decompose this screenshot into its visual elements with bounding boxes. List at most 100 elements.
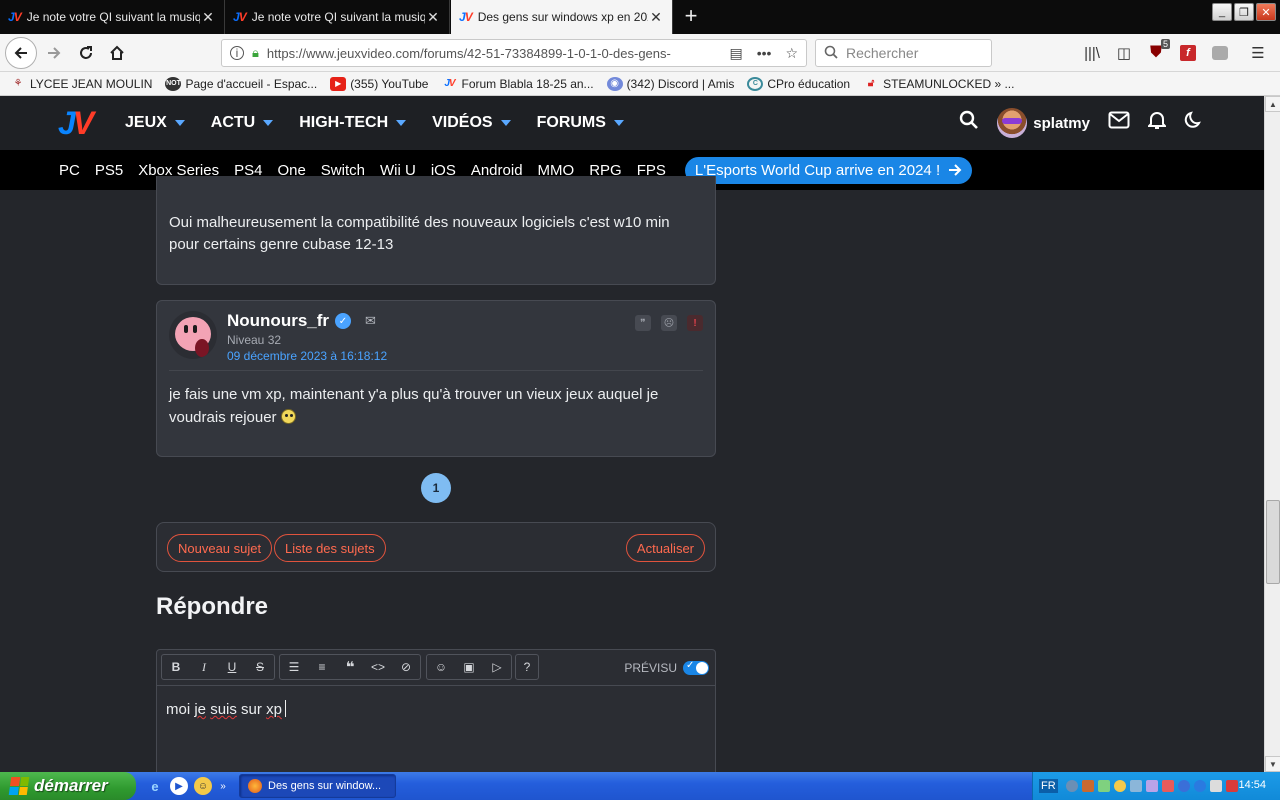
bookmark-star-icon[interactable]: ☆ [785,45,798,62]
video-icon[interactable]: ▷ [483,655,511,679]
close-window-button[interactable]: ✕ [1256,3,1276,21]
bookmark-item[interactable]: ▶ (355) YouTube [330,76,428,91]
post-body: je fais une vm xp, maintenant y'a plus q… [169,386,659,426]
bookmark-item[interactable]: NOT Page d'accueil - Espac... [165,76,317,91]
search-bar[interactable]: Rechercher [815,39,992,67]
reader-view-icon[interactable]: ▤ [729,45,742,62]
refresh-button[interactable]: Actualiser [625,534,705,562]
media-player-icon[interactable]: ▶ [170,777,188,795]
bold-icon[interactable]: B [162,655,190,679]
url-bar[interactable]: i 🔒︎ https://www.jeuxvideo.com/forums/42… [221,39,807,67]
extension-icon[interactable] [1208,39,1232,67]
jv-favicon-icon: JV [8,10,22,24]
messenger-icon[interactable]: ☺ [194,777,212,795]
avatar[interactable] [169,311,217,359]
sidebar-icon[interactable]: ◫ [1112,39,1136,67]
nav-jeux[interactable]: JEUX [125,114,185,132]
tray-app-icon[interactable] [1177,780,1190,792]
ublock-icon[interactable]: ⛊ 5 [1144,39,1170,67]
reply-textarea[interactable]: moi je suis sur xp [166,700,286,718]
platform-link[interactable]: PS5 [95,162,123,179]
nav-videos[interactable]: VIDÉOS [432,114,511,132]
url-text[interactable]: https://www.jeuxvideo.com/forums/42-51-7… [267,46,730,61]
new-tab-button[interactable]: + [680,5,702,27]
tray-app-icon[interactable] [1129,780,1142,792]
spoiler-icon[interactable]: ⊘ [392,655,420,679]
scroll-up-arrow-icon[interactable]: ▲ [1265,96,1280,112]
help-icon[interactable]: ? [516,655,538,679]
flash-icon[interactable]: f [1176,39,1200,67]
preview-toggle[interactable]: PRÉVISU [624,660,709,675]
mail-icon[interactable]: ✉ [365,313,376,329]
smiley-icon[interactable]: ☺ [427,655,455,679]
underline-icon[interactable]: U [218,655,246,679]
ignore-user-icon[interactable]: ☹ [661,315,677,331]
quote-icon[interactable]: ❝ [336,655,364,679]
tray-app-icon[interactable] [1081,780,1094,792]
toggle-switch[interactable] [683,660,709,675]
jv-logo[interactable]: JV [58,106,94,140]
strikethrough-icon[interactable]: S [246,655,274,679]
taskbar-window-button[interactable]: Des gens sur window... [239,774,396,798]
info-icon[interactable]: i [230,46,244,60]
nav-high-tech[interactable]: HIGH-TECH [299,114,407,132]
minimize-button[interactable]: _ [1212,3,1232,21]
search-icon[interactable] [959,110,979,136]
tray-shield-icon[interactable] [1225,780,1238,792]
topic-list-button[interactable]: Liste des sujets [274,534,386,562]
bookmark-item[interactable]: ◉ (342) Discord | Amis [606,76,734,91]
bookmark-item[interactable]: ⚘ LYCEE JEAN MOULIN [10,77,153,91]
tray-network-icon[interactable] [1097,780,1110,792]
post-date-link[interactable]: 09 décembre 2023 à 16:18:12 [227,349,387,363]
bookmark-item[interactable]: C CPro éducation [747,76,850,91]
tray-bolt-icon[interactable] [1193,780,1206,792]
reload-button[interactable] [72,39,100,67]
report-icon[interactable]: ! [687,315,703,331]
bullet-list-icon[interactable]: ☰ [280,655,308,679]
mail-icon[interactable] [1108,111,1130,135]
home-button[interactable] [103,39,131,67]
tray-app-icon[interactable] [1145,780,1158,792]
tray-messenger-icon[interactable] [1113,780,1126,792]
close-tab-icon[interactable]: ✕ [425,9,441,26]
nav-forums[interactable]: FORUMS [537,114,624,132]
close-tab-icon[interactable]: ✕ [648,9,664,26]
back-button[interactable] [5,37,37,69]
numbered-list-icon[interactable]: ≡ [308,655,336,679]
more-actions-icon[interactable]: ••• [757,45,772,62]
user-menu[interactable]: splatmy [997,108,1090,138]
page-scrollbar[interactable]: ▲ ▼ [1264,96,1280,772]
image-icon[interactable]: ▣ [455,655,483,679]
start-button[interactable]: démarrer [0,772,136,800]
tray-arrow-icon[interactable] [1065,780,1078,792]
library-icon[interactable]: |||\ [1080,39,1104,67]
menu-icon[interactable]: ☰ [1246,39,1270,67]
bookmark-item[interactable]: 🔓︎ STEAMUNLOCKED » ... [863,77,1015,91]
ie-icon[interactable]: e [146,777,164,795]
forward-button[interactable] [40,39,68,67]
browser-tab-3-active[interactable]: JV Des gens sur windows xp en 2023 ✕ [451,0,673,34]
esports-promo-button[interactable]: L'Esports World Cup arrive en 2024 ! [684,156,973,184]
scroll-down-arrow-icon[interactable]: ▼ [1265,756,1280,772]
bookmark-item[interactable]: J V Forum Blabla 18-25 an... [441,77,593,91]
browser-tab-2[interactable]: JV Je note votre QI suivant la musique ✕ [225,0,450,34]
nav-actu[interactable]: ACTU [211,114,274,132]
text-cursor [284,700,286,717]
moon-icon[interactable] [1184,110,1204,136]
quote-icon[interactable]: ❞ [635,315,651,331]
tray-app-icon[interactable] [1161,780,1174,792]
tray-volume-icon[interactable] [1209,780,1222,792]
italic-icon[interactable]: I [190,655,218,679]
page-number-current[interactable]: 1 [421,473,451,503]
scrollbar-thumb[interactable] [1266,500,1280,584]
close-tab-icon[interactable]: ✕ [200,9,216,26]
bell-icon[interactable] [1146,110,1168,136]
code-icon[interactable]: <> [364,655,392,679]
new-topic-button[interactable]: Nouveau sujet [167,534,273,562]
maximize-button[interactable]: ❐ [1234,3,1254,21]
post-author[interactable]: Nounours_fr ✓ ✉ [227,311,376,331]
expand-quicklaunch-icon[interactable]: » [218,777,228,795]
language-indicator[interactable]: FR [1039,779,1058,793]
browser-tab-1[interactable]: JV Je note votre QI suivant la musique ✕ [0,0,225,34]
platform-link[interactable]: PC [59,162,80,179]
